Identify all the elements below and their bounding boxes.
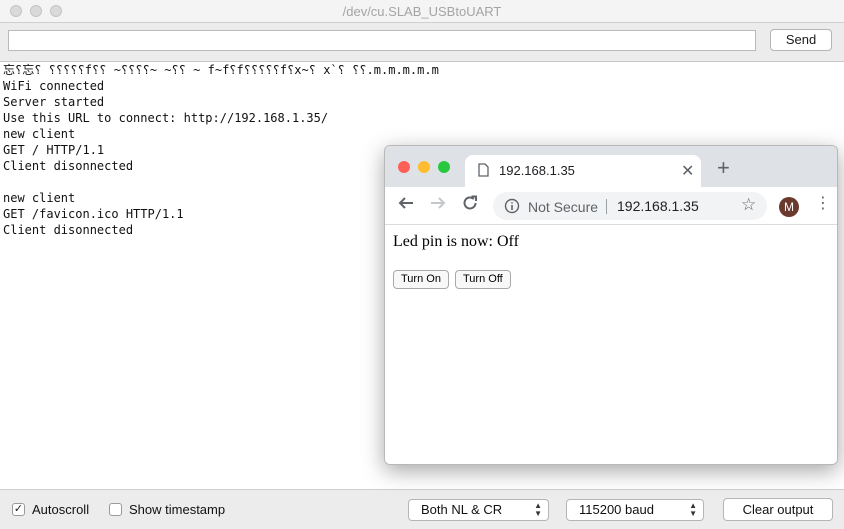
output-line: Client disonnected <box>3 159 134 173</box>
profile-avatar[interactable]: M <box>779 197 799 217</box>
updown-arrows-icon: ▲ ▼ <box>689 501 697 518</box>
timestamp-label[interactable]: Show timestamp <box>129 502 225 517</box>
send-button[interactable]: Send <box>770 29 832 51</box>
serial-bottom-bar: ✓ Autoscroll Show timestamp Both NL & CR… <box>0 489 844 529</box>
tab-strip: 192.168.1.35 ✕ + <box>385 146 837 187</box>
window-title: /dev/cu.SLAB_USBtoUART <box>342 4 502 19</box>
baud-rate-value: 115200 baud <box>579 502 654 517</box>
browser-window: 192.168.1.35 ✕ + Not Secure 192.168.1.35… <box>384 145 838 465</box>
baud-rate-select[interactable]: 115200 baud ▲ ▼ <box>566 499 704 521</box>
serial-titlebar: /dev/cu.SLAB_USBtoUART <box>0 0 844 23</box>
output-line: Use this URL to connect: http://192.168.… <box>3 111 329 125</box>
turn-off-button[interactable]: Turn Off <box>455 270 511 289</box>
timestamp-checkbox[interactable] <box>109 503 122 516</box>
page-content: Led pin is now: Off Turn On Turn Off <box>385 225 837 464</box>
turn-on-button[interactable]: Turn On <box>393 270 449 289</box>
address-bar[interactable]: Not Secure 192.168.1.35 ☆ <box>493 192 767 220</box>
output-line: new client <box>3 191 76 205</box>
menu-kebab-icon[interactable]: ⋮ <box>815 195 831 213</box>
output-line: Server started <box>3 95 105 109</box>
tab-title: 192.168.1.35 <box>499 163 575 178</box>
page-icon <box>478 163 489 182</box>
url-text[interactable]: 192.168.1.35 <box>617 198 699 214</box>
bookmark-star-icon[interactable]: ☆ <box>741 195 756 215</box>
zoom-window-icon[interactable] <box>438 161 450 173</box>
line-ending-value: Both NL & CR <box>421 502 503 517</box>
clear-output-button[interactable]: Clear output <box>723 498 833 521</box>
reload-icon[interactable] <box>462 195 478 214</box>
autoscroll-checkbox[interactable]: ✓ <box>12 503 25 516</box>
browser-tab[interactable]: 192.168.1.35 ✕ <box>465 155 701 187</box>
output-line: WiFi connected <box>3 79 105 93</box>
close-window-icon[interactable] <box>398 161 410 173</box>
output-line: new client <box>3 127 76 141</box>
minimize-window-icon[interactable] <box>418 161 430 173</box>
output-line: Client disonnected <box>3 223 134 237</box>
serial-send-input[interactable] <box>8 30 756 51</box>
updown-arrows-icon: ▲ ▼ <box>534 501 542 518</box>
forward-icon[interactable] <box>430 195 446 214</box>
output-line: GET / HTTP/1.1 <box>3 143 105 157</box>
info-icon[interactable] <box>504 198 520 219</box>
close-tab-icon[interactable]: ✕ <box>681 161 694 181</box>
new-tab-icon[interactable]: + <box>717 157 730 179</box>
led-status-text: Led pin is now: Off <box>393 233 519 250</box>
send-row: Send <box>0 23 844 60</box>
omnibox-divider <box>606 199 607 214</box>
not-secure-label[interactable]: Not Secure <box>528 199 598 215</box>
autoscroll-label[interactable]: Autoscroll <box>32 502 89 517</box>
output-line: GET /favicon.ico HTTP/1.1 <box>3 207 184 221</box>
line-ending-select[interactable]: Both NL & CR ▲ ▼ <box>408 499 549 521</box>
back-icon[interactable] <box>398 195 414 214</box>
output-line: 忘⸮忘⸮ ⸮⸮⸮⸮⸮f⸮⸮ ~⸮⸮⸮⸮~ ~⸮⸮ ~ f~f⸮f⸮⸮⸮⸮⸮f⸮x… <box>3 63 439 77</box>
browser-toolbar: Not Secure 192.168.1.35 ☆ M ⋮ <box>385 187 837 225</box>
